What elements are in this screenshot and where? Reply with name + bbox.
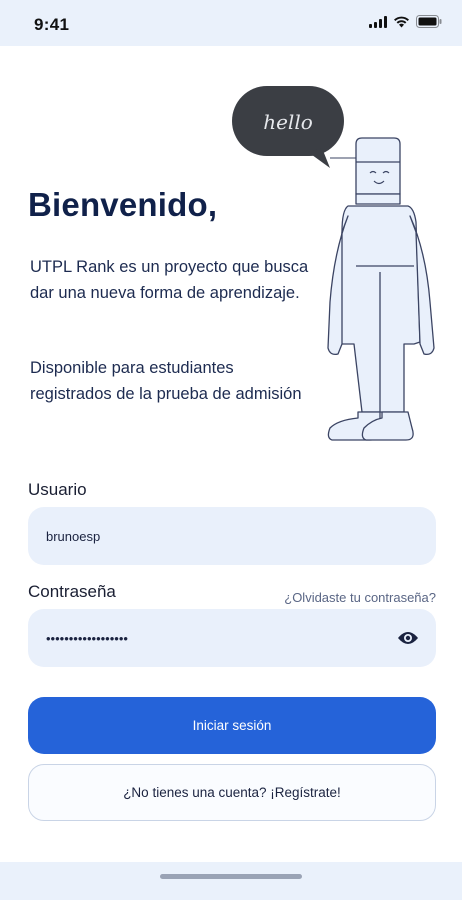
speech-bubble-text: hello bbox=[263, 110, 313, 134]
status-time: 9:41 bbox=[34, 15, 70, 34]
login-button[interactable]: Iniciar sesión bbox=[28, 697, 436, 754]
toggle-password-visibility-button[interactable] bbox=[396, 627, 420, 649]
username-field[interactable] bbox=[46, 507, 376, 565]
speech-bubble: hello bbox=[232, 86, 344, 168]
status-bar: 9:41 bbox=[0, 0, 462, 46]
welcome-title: Bienvenido, bbox=[28, 186, 218, 223]
password-field-container bbox=[28, 609, 436, 667]
character-illustration: hello bbox=[230, 82, 442, 448]
password-field[interactable] bbox=[46, 609, 376, 667]
status-icons bbox=[369, 15, 442, 28]
eye-icon bbox=[398, 632, 418, 644]
bottom-bar bbox=[0, 862, 462, 900]
username-field-container bbox=[28, 507, 436, 565]
home-indicator[interactable] bbox=[160, 874, 302, 879]
password-label: Contraseña bbox=[28, 582, 116, 601]
forgot-password-link[interactable]: ¿Olvidaste tu contraseña? bbox=[284, 590, 436, 605]
username-label: Usuario bbox=[28, 480, 87, 499]
signal-icon bbox=[369, 15, 387, 28]
battery-icon bbox=[416, 15, 442, 28]
register-button[interactable]: ¿No tienes una cuenta? ¡Regístrate! bbox=[28, 764, 436, 821]
wifi-icon bbox=[393, 16, 410, 28]
